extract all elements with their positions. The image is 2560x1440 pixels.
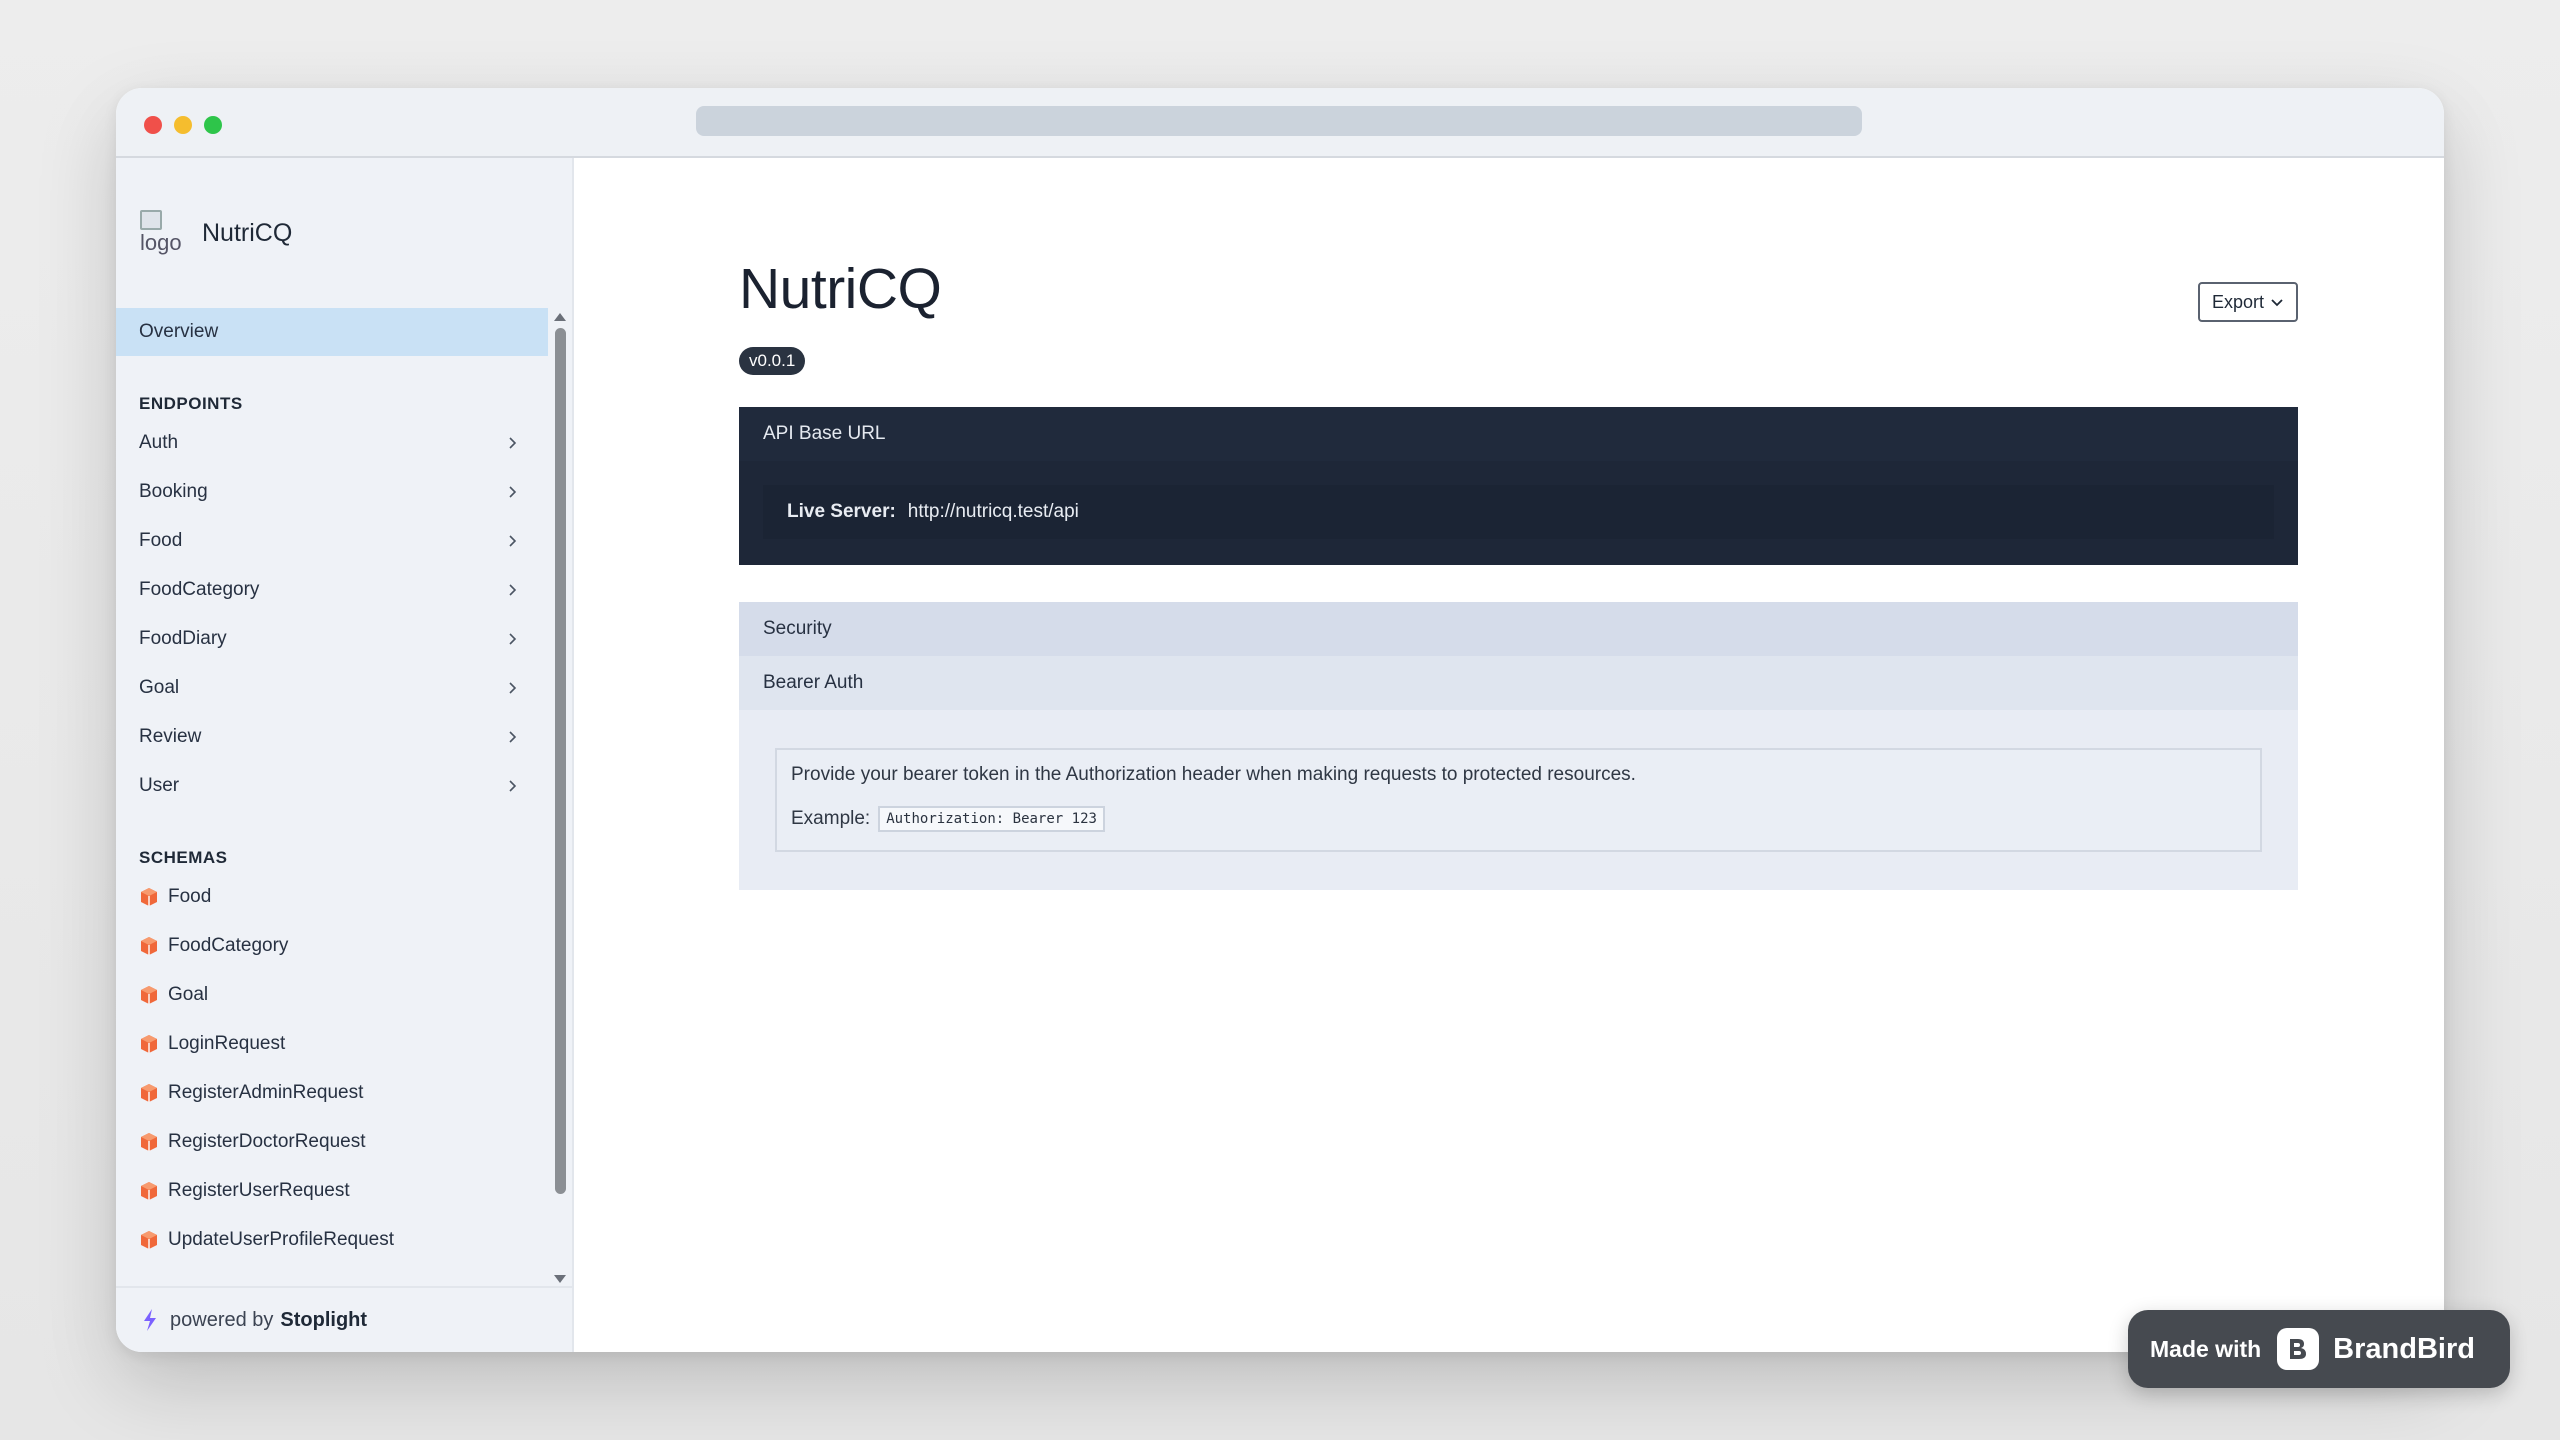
made-with-brandbird-badge[interactable]: Made with BrandBird [2128,1310,2510,1388]
sidebar-scrollbar[interactable] [548,308,572,1288]
cube-icon [139,1181,159,1201]
api-base-url-header: API Base URL [739,407,2298,461]
scroll-up-arrow-icon[interactable] [552,310,568,324]
schemas-heading: SCHEMAS [139,848,228,867]
sidebar-item-foodcategory[interactable]: FoodCategory [116,565,548,614]
scroll-down-arrow-icon[interactable] [552,1272,568,1286]
sidebar-item-label: UpdateUserProfileRequest [168,1228,395,1250]
broken-image-icon [140,210,162,230]
sidebar-item-food[interactable]: Food [116,516,548,565]
title-bar [116,88,2444,158]
chevron-right-icon [504,631,520,647]
sidebar-schema-food[interactable]: Food [116,872,548,921]
schema-list: Food FoodCategory Goal LoginRequest Register… [116,872,548,1264]
sidebar-schema-registeruserrequest[interactable]: RegisterUserRequest [116,1166,548,1215]
server-url: http://nutricq.test/api [907,501,1079,522]
security-panel: Security Bearer Auth Provide your bearer… [739,602,2298,890]
sidebar-schema-registeradminrequest[interactable]: RegisterAdminRequest [116,1068,548,1117]
sidebar-item-label: Review [139,725,202,747]
brandbird-logo-icon [2277,1328,2320,1370]
footer-brand: Stoplight [280,1308,368,1331]
sidebar-item-label: Goal [168,983,209,1005]
bearer-auth-description: Provide your bearer token in the Authori… [775,748,2262,852]
logo-image: logo [140,206,182,260]
cube-icon [139,1083,159,1103]
chevron-right-icon [504,582,520,598]
sidebar-item-label: RegisterUserRequest [168,1179,350,1201]
sidebar-item-label: RegisterDoctorRequest [168,1130,366,1152]
cube-icon [139,985,159,1005]
sidebar-item-label: FoodCategory [168,934,289,956]
sidebar-item-user[interactable]: User [116,761,548,810]
address-bar[interactable] [696,106,1862,136]
api-base-url-panel: API Base URL Live Server: http://nutricq… [739,407,2298,565]
export-button[interactable]: Export [2197,282,2298,322]
sidebar-item-fooddiary[interactable]: FoodDiary [116,614,548,663]
sidebar-item-label: RegisterAdminRequest [168,1081,364,1103]
logo-alt-text: logo [140,230,182,255]
page-title: NutriCQ [739,257,942,321]
auth-description-text: Provide your bearer token in the Authori… [791,764,1636,785]
chevron-right-icon [504,729,520,745]
main-content: NutriCQ v0.0.1 Export API Base URL Live … [574,158,2444,1352]
lightning-bolt-icon [144,1309,156,1331]
server-label: Live Server: [787,501,896,522]
sidebar-item-auth[interactable]: Auth [116,418,548,467]
chevron-right-icon [504,435,520,451]
sidebar-item-label: Goal [139,676,180,698]
example-label: Example: [791,808,871,829]
cube-icon [139,1132,159,1152]
close-window-button[interactable] [144,116,162,134]
sidebar-item-label: FoodCategory [139,578,260,600]
cube-icon [139,1034,159,1054]
app-name: NutriCQ [202,218,293,247]
minimize-window-button[interactable] [174,116,192,134]
chevron-right-icon [504,680,520,696]
sidebar: logo NutriCQ Overview ENDPOINTS Auth Book… [116,158,574,1352]
version-badge: v0.0.1 [739,347,806,375]
sidebar-item-label: Auth [139,431,179,453]
sidebar-item-goal[interactable]: Goal [116,663,548,712]
server-row[interactable]: Live Server: http://nutricq.test/api [763,485,2274,539]
sidebar-schema-registerdoctorrequest[interactable]: RegisterDoctorRequest [116,1117,548,1166]
sidebar-item-label: Overview [139,321,219,342]
scrollbar-thumb[interactable] [555,328,566,1194]
sidebar-nav: Overview ENDPOINTS Auth Booking Food FoodCa… [116,308,548,1288]
bearer-auth-header[interactable]: Bearer Auth [739,656,2298,710]
brand: logo NutriCQ [116,158,572,308]
sidebar-schema-updateuserprofilerequest[interactable]: UpdateUserProfileRequest [116,1215,548,1264]
security-header: Security [739,602,2298,656]
cube-icon [139,936,159,956]
browser-window: logo NutriCQ Overview ENDPOINTS Auth Book… [116,88,2444,1352]
sidebar-schema-foodcategory[interactable]: FoodCategory [116,921,548,970]
badge-brand: BrandBird [2333,1332,2475,1365]
sidebar-item-review[interactable]: Review [116,712,548,761]
sidebar-schema-goal[interactable]: Goal [116,970,548,1019]
endpoints-heading: ENDPOINTS [139,394,243,413]
export-label: Export [2211,291,2264,312]
badge-made-with: Made with [2150,1335,2262,1362]
powered-by-footer[interactable]: powered by Stoplight [116,1286,572,1352]
sidebar-item-label: FoodDiary [139,627,227,649]
chevron-down-icon [2271,299,2283,307]
chevron-right-icon [504,484,520,500]
maximize-window-button[interactable] [204,116,222,134]
sidebar-schema-loginrequest[interactable]: LoginRequest [116,1019,548,1068]
sidebar-item-overview[interactable]: Overview [116,308,548,356]
footer-prefix: powered by [170,1308,274,1331]
sidebar-item-label: Food [139,529,183,551]
sidebar-item-label: User [139,774,180,796]
chevron-right-icon [504,778,520,794]
sidebar-item-label: Booking [139,480,208,502]
sidebar-item-label: LoginRequest [168,1032,286,1054]
endpoint-list: Auth Booking Food FoodCategory FoodDiary Goal… [116,418,548,810]
chevron-right-icon [504,533,520,549]
cube-icon [139,1230,159,1250]
cube-icon [139,887,159,907]
example-code: Authorization: Bearer 123 [878,806,1105,832]
sidebar-item-booking[interactable]: Booking [116,467,548,516]
sidebar-item-label: Food [168,885,212,907]
